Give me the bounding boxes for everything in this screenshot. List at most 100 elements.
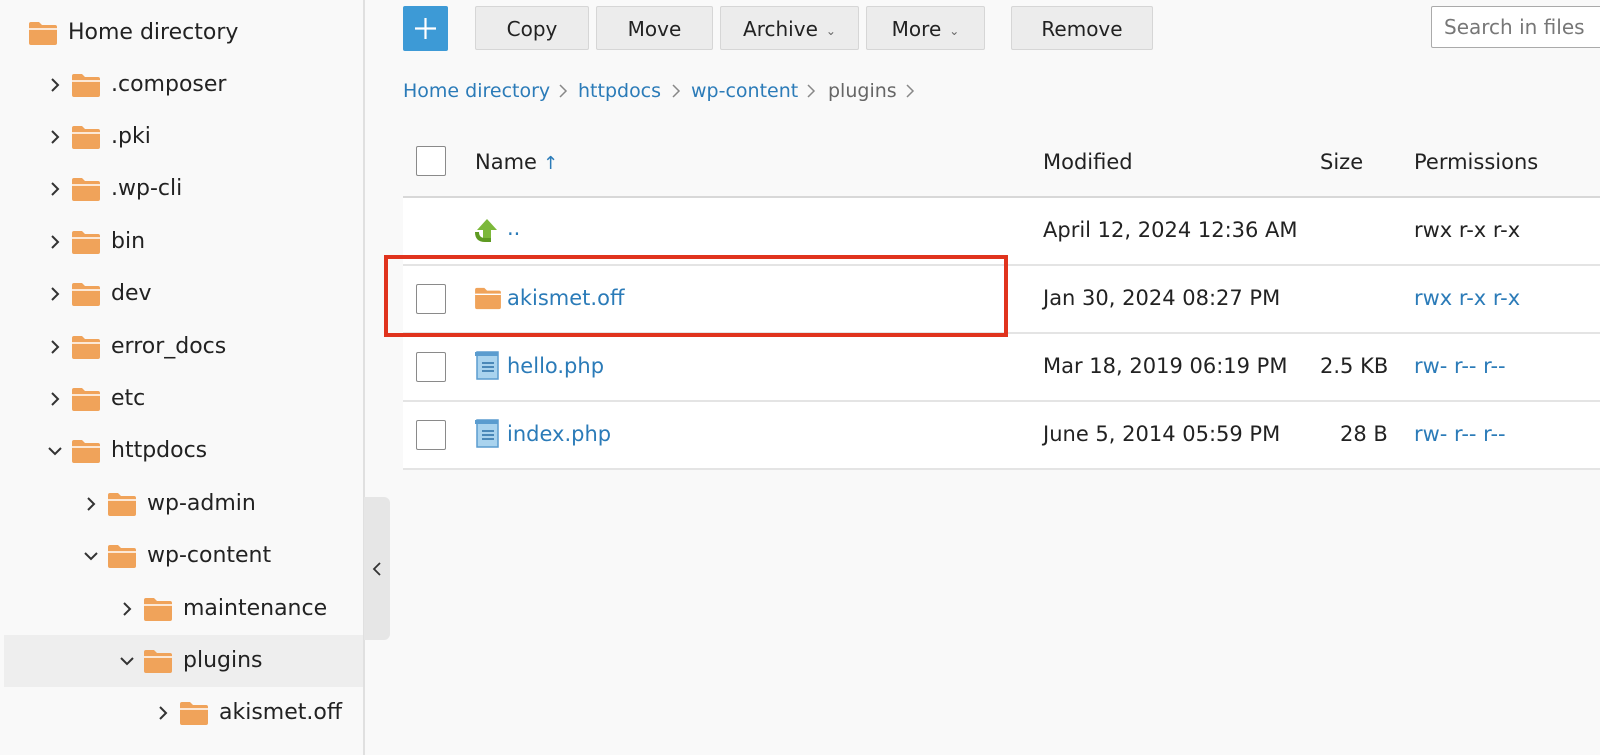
folder-icon (72, 74, 100, 97)
folder-icon (108, 493, 136, 516)
tree-item-label: dev (111, 281, 152, 306)
tree-item-composer[interactable]: .composer (0, 59, 363, 111)
file-size: 28 B (1340, 422, 1388, 446)
tree-item-plugins[interactable]: plugins (4, 635, 363, 687)
file-permissions-link[interactable]: rwx r-x r-x (1414, 286, 1520, 310)
tree-item-wp-admin[interactable]: wp-admin (0, 478, 363, 530)
tree-item-label: .composer (111, 72, 227, 97)
table-row-hello-php[interactable]: hello.php Mar 18, 2019 06:19 PM 2.5 KB r… (403, 334, 1600, 402)
tree-item-etc[interactable]: etc (0, 373, 363, 425)
tree-item-wp-cli[interactable]: .wp-cli (0, 163, 363, 215)
tree-root-label: Home directory (68, 20, 239, 45)
file-name-link[interactable]: akismet.off (507, 286, 624, 310)
file-modified: Jan 30, 2024 08:27 PM (1043, 286, 1281, 310)
chevron-right-icon (672, 84, 681, 98)
chevron-right-icon[interactable] (152, 687, 174, 739)
file-permissions-link[interactable]: rw- r-- r-- (1414, 354, 1506, 378)
tree-item-error-docs[interactable]: error_docs (0, 321, 363, 373)
more-button[interactable]: More ⌄ (866, 6, 985, 50)
file-name-link[interactable]: hello.php (507, 354, 604, 378)
copy-button[interactable]: Copy (475, 6, 589, 50)
chevron-right-icon[interactable] (44, 268, 66, 320)
chevron-down-icon: ⌄ (949, 23, 960, 38)
add-button[interactable] (403, 6, 448, 51)
table-row-index-php[interactable]: index.php June 5, 2014 05:59 PM 28 B rw-… (403, 402, 1600, 470)
file-permissions-link[interactable]: rw- r-- r-- (1414, 422, 1506, 446)
folder-icon (72, 126, 100, 149)
tree-item-label: wp-admin (147, 491, 256, 516)
folder-icon (72, 231, 100, 254)
move-button-label: Move (627, 17, 682, 41)
folder-icon (475, 287, 501, 310)
chevron-down-icon[interactable] (44, 425, 66, 477)
folder-icon (180, 702, 208, 725)
row-checkbox[interactable] (416, 352, 446, 382)
chevron-right-icon (807, 84, 816, 98)
folder-open-icon (108, 545, 136, 568)
select-all-checkbox[interactable] (416, 146, 446, 176)
folder-icon (72, 178, 100, 201)
remove-button[interactable]: Remove (1011, 6, 1153, 50)
column-header-name-label: Name (475, 150, 537, 174)
column-header-name[interactable]: Name ↑ (475, 150, 558, 174)
tree-item-maintenance[interactable]: maintenance (0, 583, 363, 635)
chevron-left-icon (372, 561, 381, 576)
file-icon (475, 419, 499, 448)
file-name-link[interactable]: .. (507, 216, 520, 240)
file-modified: Mar 18, 2019 06:19 PM (1043, 354, 1288, 378)
folder-icon (72, 336, 100, 359)
folder-icon (72, 283, 100, 306)
move-button[interactable]: Move (596, 6, 713, 50)
table-header: Name ↑ Modified Size Permissions (403, 128, 1600, 198)
chevron-right-icon[interactable] (116, 583, 138, 635)
file-name-link[interactable]: index.php (507, 422, 611, 446)
tree-item-label: maintenance (183, 596, 328, 621)
tree-item-label: .wp-cli (111, 176, 183, 201)
tree-item-label: plugins (183, 648, 263, 673)
tree-item-label: akismet.off (219, 700, 342, 725)
breadcrumb-item-plugins: plugins (828, 80, 897, 102)
tree-item-label: .pki (111, 124, 151, 149)
chevron-right-icon[interactable] (80, 478, 102, 530)
column-header-size[interactable]: Size (1320, 150, 1363, 174)
chevron-down-icon[interactable] (80, 530, 102, 582)
tree-item-pki[interactable]: .pki (0, 111, 363, 163)
sidebar-collapse-handle[interactable] (364, 497, 390, 640)
more-button-label: More (891, 17, 942, 41)
tree-item-wp-content[interactable]: wp-content (0, 530, 363, 582)
chevron-right-icon[interactable] (44, 111, 66, 163)
row-checkbox[interactable] (416, 420, 446, 450)
search-input[interactable] (1431, 6, 1600, 48)
chevron-down-icon[interactable] (116, 635, 138, 687)
tree-item-httpdocs[interactable]: httpdocs (0, 425, 363, 477)
tree-item-label: error_docs (111, 334, 227, 359)
file-icon (475, 351, 499, 380)
breadcrumb-item-httpdocs[interactable]: httpdocs (578, 76, 661, 106)
chevron-right-icon[interactable] (44, 216, 66, 268)
tree-item-dev[interactable]: dev (0, 268, 363, 320)
tree-root-home[interactable]: Home directory (0, 7, 363, 59)
chevron-right-icon[interactable] (44, 163, 66, 215)
archive-button[interactable]: Archive ⌄ (720, 6, 859, 50)
chevron-right-icon[interactable] (44, 321, 66, 373)
row-checkbox[interactable] (416, 284, 446, 314)
chevron-right-icon[interactable] (44, 373, 66, 425)
breadcrumb-item-wp-content[interactable]: wp-content (691, 76, 798, 106)
table-row-parent[interactable]: .. April 12, 2024 12:36 AM rwx r-x r-x (403, 198, 1600, 266)
file-modified: June 5, 2014 05:59 PM (1043, 422, 1281, 446)
tree-item-akismet-off[interactable]: akismet.off (0, 687, 363, 739)
up-arrow-icon (475, 219, 497, 242)
folder-icon (144, 598, 172, 621)
chevron-right-icon[interactable] (44, 59, 66, 111)
chevron-down-icon: ⌄ (825, 23, 836, 38)
table-row-akismet-off[interactable]: akismet.off Jan 30, 2024 08:27 PM rwx r-… (403, 266, 1600, 334)
file-modified: April 12, 2024 12:36 AM (1043, 218, 1298, 242)
breadcrumb-item-home[interactable]: Home directory (403, 76, 550, 106)
column-header-modified[interactable]: Modified (1043, 150, 1133, 174)
tree-item-label: httpdocs (111, 438, 208, 463)
file-permissions: rwx r-x r-x (1414, 218, 1521, 242)
folder-icon (72, 388, 100, 411)
tree-item-bin[interactable]: bin (0, 216, 363, 268)
column-header-permissions[interactable]: Permissions (1414, 150, 1538, 174)
tree-item-label: etc (111, 386, 146, 411)
